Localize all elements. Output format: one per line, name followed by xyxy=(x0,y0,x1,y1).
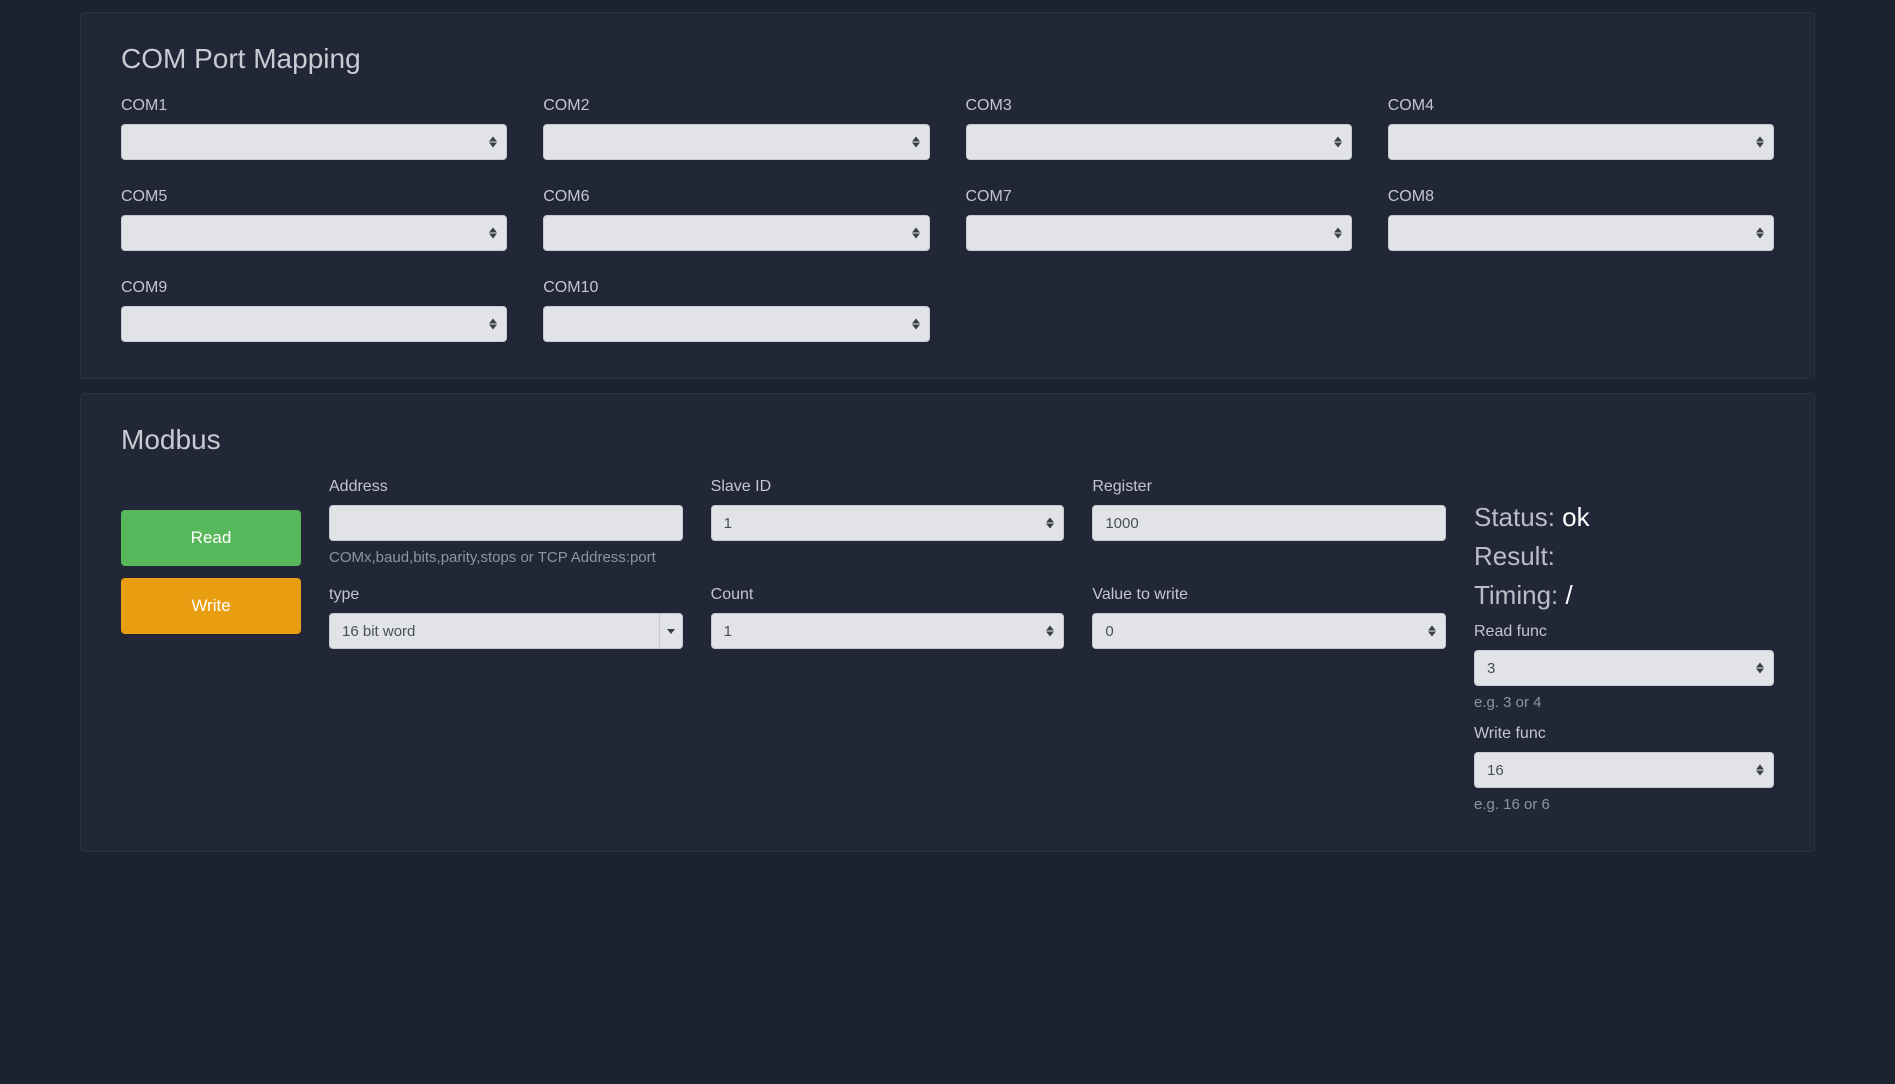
write-func-label: Write func xyxy=(1474,725,1774,743)
com-port-input[interactable] xyxy=(543,306,929,342)
com-port-label: COM8 xyxy=(1388,188,1774,206)
read-func-hint: e.g. 3 or 4 xyxy=(1474,692,1774,713)
type-select[interactable] xyxy=(329,613,683,649)
com-port-mapping-card: COM Port Mapping COM1COM2COM3COM4COM5COM… xyxy=(80,12,1815,379)
value-to-write-label: Value to write xyxy=(1092,586,1446,604)
com-port-group: COM5 xyxy=(121,188,507,251)
modbus-card: Modbus Read Write Address COMx,baud,bits… xyxy=(80,393,1815,852)
status-value: ok xyxy=(1562,502,1589,532)
com-port-group: COM10 xyxy=(543,279,929,342)
com-port-input[interactable] xyxy=(1388,215,1774,251)
com-port-label: COM4 xyxy=(1388,97,1774,115)
write-func-input[interactable] xyxy=(1474,752,1774,788)
status-block: Status: ok Result: Timing: / xyxy=(1474,502,1774,611)
address-label: Address xyxy=(329,478,683,496)
com-port-input[interactable] xyxy=(966,215,1352,251)
com-port-input[interactable] xyxy=(121,215,507,251)
read-func-label: Read func xyxy=(1474,623,1774,641)
com-port-group: COM4 xyxy=(1388,97,1774,160)
write-button[interactable]: Write xyxy=(121,578,301,634)
com-port-group: COM6 xyxy=(543,188,929,251)
com-port-group: COM7 xyxy=(966,188,1352,251)
read-func-input[interactable] xyxy=(1474,650,1774,686)
com-port-label: COM9 xyxy=(121,279,507,297)
com-mapping-title: COM Port Mapping xyxy=(121,43,1774,75)
com-port-label: COM7 xyxy=(966,188,1352,206)
modbus-title: Modbus xyxy=(121,424,1774,456)
com-port-label: COM3 xyxy=(966,97,1352,115)
register-label: Register xyxy=(1092,478,1446,496)
read-button[interactable]: Read xyxy=(121,510,301,566)
result-line: Result: xyxy=(1474,541,1774,572)
com-port-input[interactable] xyxy=(966,124,1352,160)
com-port-input[interactable] xyxy=(121,306,507,342)
timing-line: Timing: / xyxy=(1474,580,1774,611)
type-label: type xyxy=(329,586,683,604)
status-line: Status: ok xyxy=(1474,502,1774,533)
com-port-label: COM1 xyxy=(121,97,507,115)
address-input[interactable] xyxy=(329,505,683,541)
com-port-input[interactable] xyxy=(543,215,929,251)
com-port-label: COM10 xyxy=(543,279,929,297)
write-func-hint: e.g. 16 or 6 xyxy=(1474,794,1774,815)
slave-id-input[interactable] xyxy=(711,505,1065,541)
com-port-input[interactable] xyxy=(121,124,507,160)
com-port-group: COM3 xyxy=(966,97,1352,160)
value-to-write-input[interactable] xyxy=(1092,613,1446,649)
com-port-label: COM6 xyxy=(543,188,929,206)
com-port-input[interactable] xyxy=(1388,124,1774,160)
com-port-group: COM1 xyxy=(121,97,507,160)
com-port-label: COM2 xyxy=(543,97,929,115)
address-hint: COMx,baud,bits,parity,stops or TCP Addre… xyxy=(329,547,683,568)
slave-id-label: Slave ID xyxy=(711,478,1065,496)
com-port-label: COM5 xyxy=(121,188,507,206)
com-port-group: COM9 xyxy=(121,279,507,342)
count-input[interactable] xyxy=(711,613,1065,649)
com-port-group: COM8 xyxy=(1388,188,1774,251)
register-input[interactable] xyxy=(1092,505,1446,541)
count-label: Count xyxy=(711,586,1065,604)
com-grid: COM1 COM2 COM3 COM4 COM5 COM6 COM7 COM8 COM9 COM1… xyxy=(121,97,1774,342)
com-port-input[interactable] xyxy=(543,124,929,160)
timing-value: / xyxy=(1565,580,1572,610)
com-port-group: COM2 xyxy=(543,97,929,160)
